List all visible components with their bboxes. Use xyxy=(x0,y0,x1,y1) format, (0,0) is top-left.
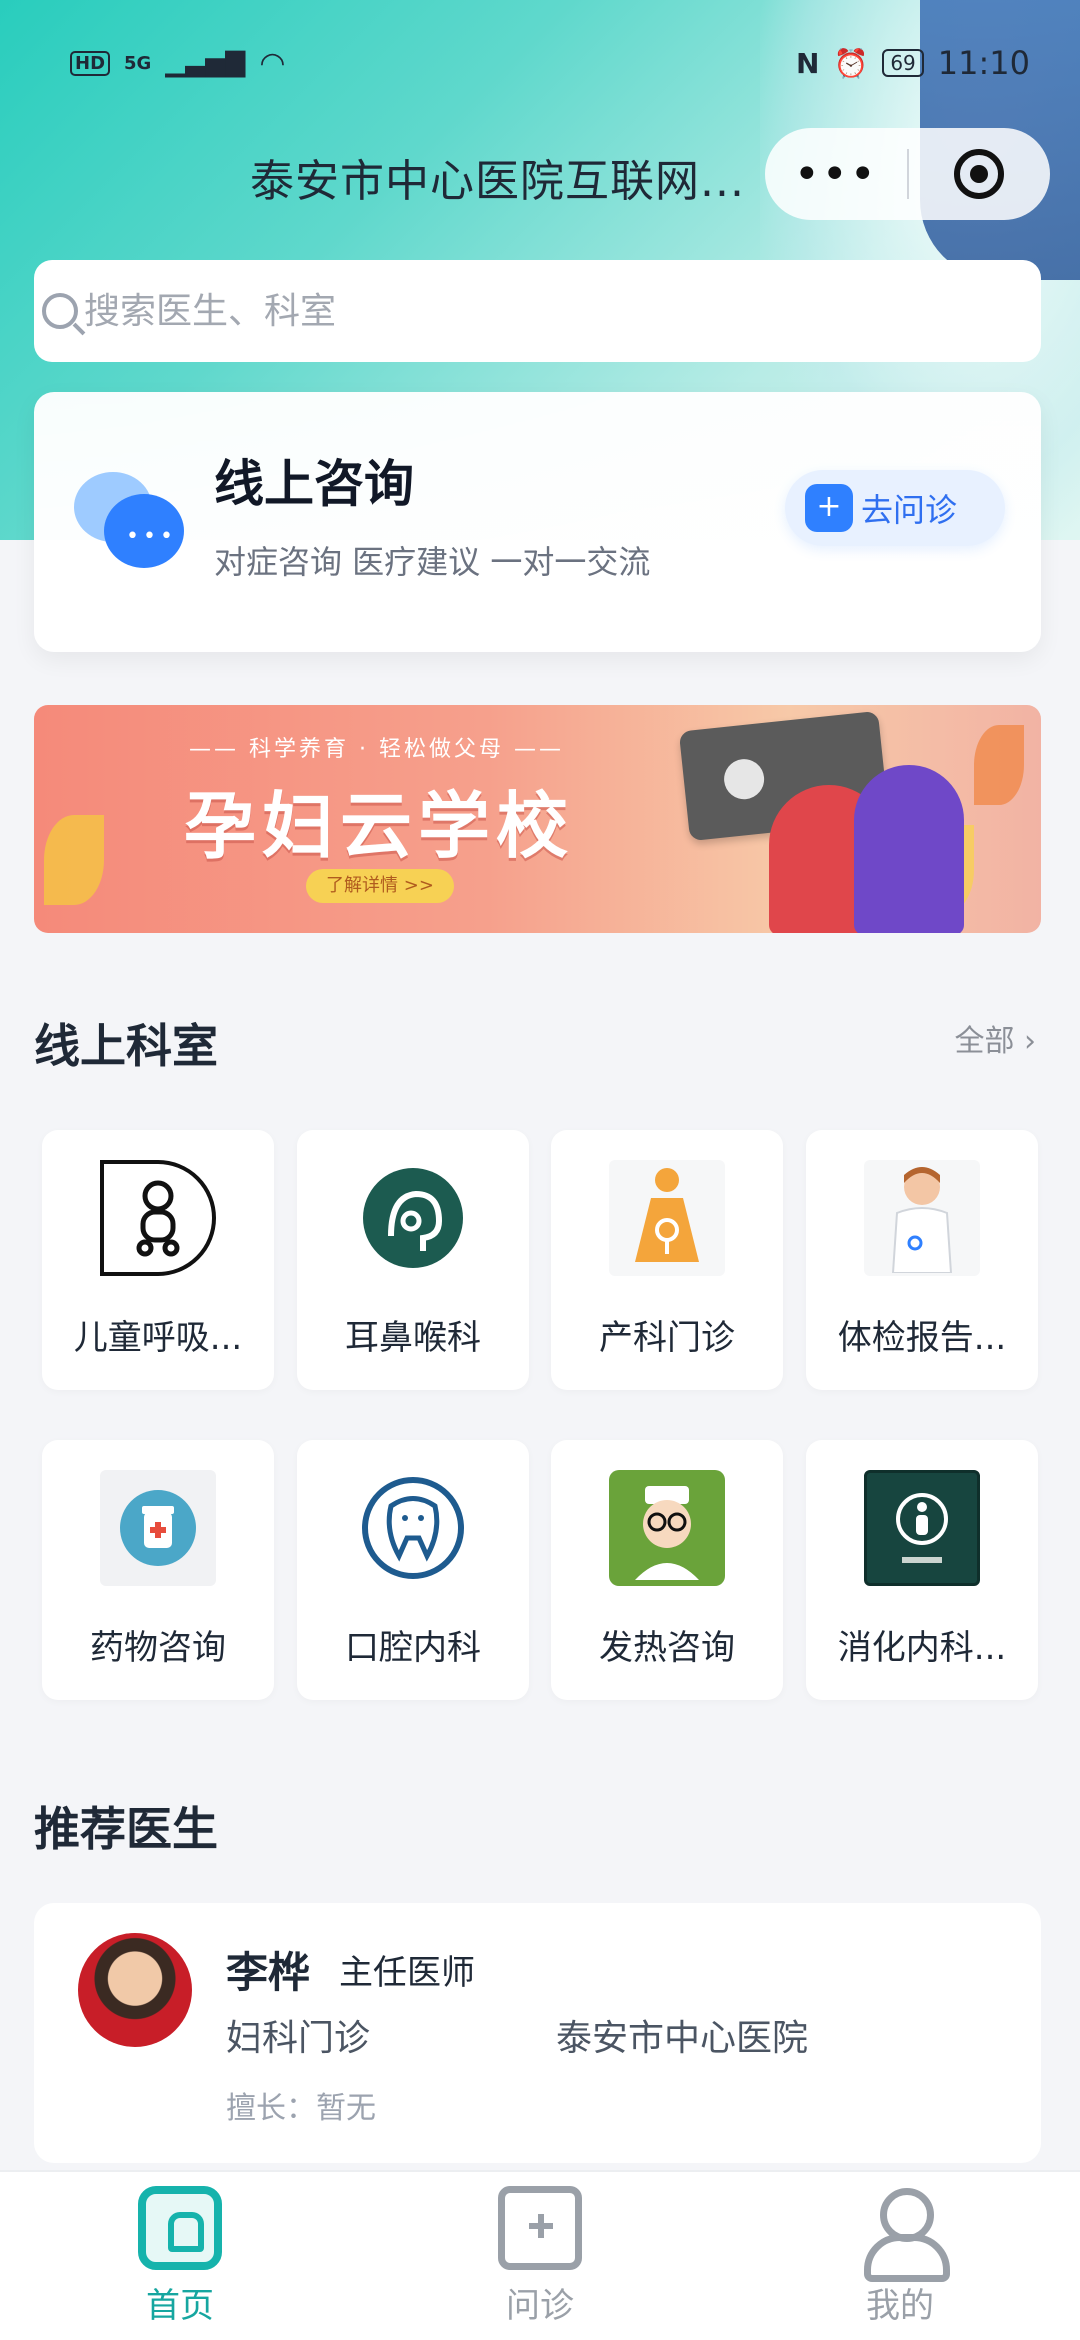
online-consult-card[interactable]: ••• 线上咨询 对症咨询 医疗建议 一对一交流 + 去问诊 xyxy=(34,392,1041,652)
dept-label: 药物咨询 xyxy=(90,1628,226,1668)
play-icon xyxy=(722,757,767,802)
dept-item-medicine-consult[interactable]: 药物咨询 xyxy=(42,1440,274,1700)
title-row: 泰安市中心医院互联网... ••• xyxy=(0,128,1080,220)
consult-plus-icon xyxy=(498,2186,582,2270)
ent-head-icon xyxy=(355,1160,471,1276)
banner-details-button[interactable]: 了解详情 >> xyxy=(306,869,454,903)
dept-label: 儿童呼吸... xyxy=(73,1318,243,1358)
consult-form-icon: + xyxy=(805,484,853,532)
target-icon xyxy=(954,149,1005,199)
banner-tagline: —— 科学养育 · 轻松做父母 —— xyxy=(189,737,564,762)
doctor-rank: 主任医师 xyxy=(339,1953,475,1993)
signal-icon: ▁▃▅▇ xyxy=(165,48,246,78)
baby-icon xyxy=(100,1160,216,1276)
leaf-decoration xyxy=(44,815,104,905)
doctor-department: 妇科门诊 xyxy=(226,2018,371,2059)
chat-bubble-icon: ••• xyxy=(74,472,184,572)
digestive-icon xyxy=(864,1470,980,1586)
tooth-icon xyxy=(355,1470,471,1586)
home-icon xyxy=(138,2186,222,2270)
doctor-cartoon-icon xyxy=(609,1470,725,1586)
profile-icon xyxy=(858,2186,950,2282)
status-bar: HD 5G ▁▃▅▇ ◠ N ⏰ 69 11:10 xyxy=(70,38,1030,88)
alarm-icon: ⏰ xyxy=(833,46,869,80)
dept-label: 发热咨询 xyxy=(599,1628,735,1668)
recommended-doctors-title: 推荐医生 xyxy=(34,1802,218,1856)
dept-label: 体检报告... xyxy=(837,1318,1007,1358)
tab-profile[interactable]: 我的 xyxy=(790,2186,1010,2336)
bottom-tab-bar: 首页 问诊 我的 xyxy=(0,2170,1080,2340)
dept-item-fever-consult[interactable]: 发热咨询 xyxy=(551,1440,783,1700)
page-title: 泰安市中心医院互联网... xyxy=(250,156,745,207)
search-bar[interactable] xyxy=(34,260,1041,362)
status-left: HD 5G ▁▃▅▇ ◠ xyxy=(70,46,286,81)
tab-home[interactable]: 首页 xyxy=(70,2186,290,2336)
tab-consult[interactable]: 问诊 xyxy=(430,2186,650,2336)
battery-indicator: 69 xyxy=(882,49,924,77)
dept-item-children-respiratory[interactable]: 儿童呼吸... xyxy=(42,1130,274,1390)
dept-item-checkup-report[interactable]: 体检报告... xyxy=(806,1130,1038,1390)
hd-badge: HD xyxy=(70,50,111,76)
father-illustration xyxy=(854,765,964,933)
dept-label: 产科门诊 xyxy=(599,1318,735,1358)
pregnancy-school-banner[interactable]: —— 科学养育 · 轻松做父母 —— 孕妇云学校 了解详情 >> xyxy=(34,705,1041,933)
dept-label: 耳鼻喉科 xyxy=(345,1318,481,1358)
close-button[interactable] xyxy=(909,149,1051,199)
dept-item-obstetrics[interactable]: 产科门诊 xyxy=(551,1130,783,1390)
mini-program-capsule: ••• xyxy=(765,128,1050,220)
see-all-link[interactable]: 全部 › xyxy=(954,1016,1036,1060)
tab-consult-label: 问诊 xyxy=(506,2286,574,2326)
status-right: N ⏰ 69 11:10 xyxy=(796,44,1030,82)
clock: 11:10 xyxy=(937,44,1030,82)
go-consult-button[interactable]: + 去问诊 xyxy=(785,470,1005,546)
search-icon xyxy=(42,293,78,329)
pregnant-woman-icon xyxy=(609,1160,725,1276)
consult-subtitle: 对症咨询 医疗建议 一对一交流 xyxy=(214,543,651,581)
leaf-decoration xyxy=(974,725,1024,805)
dept-item-gastroenterology[interactable]: 消化内科... xyxy=(806,1440,1038,1700)
doctor-card[interactable]: 李桦 主任医师 妇科门诊 泰安市中心医院 擅长：暂无 xyxy=(34,1903,1041,2163)
banner-title: 孕妇云学校 xyxy=(184,784,575,868)
doctor-name: 李桦 xyxy=(226,1948,311,1997)
departments-title: 线上科室 xyxy=(34,1019,218,1073)
consult-title: 线上咨询 xyxy=(214,455,414,513)
search-input[interactable] xyxy=(84,290,984,332)
nurse-icon xyxy=(864,1160,980,1276)
go-consult-label: 去问诊 xyxy=(861,491,958,529)
dept-item-ent[interactable]: 耳鼻喉科 xyxy=(297,1130,529,1390)
medicine-bottle-icon xyxy=(100,1470,216,1586)
avatar xyxy=(78,1933,192,2047)
more-button[interactable]: ••• xyxy=(765,149,907,200)
network-label: 5G xyxy=(124,52,152,74)
nfc-icon: N xyxy=(796,46,820,80)
dept-item-oral-medicine[interactable]: 口腔内科 xyxy=(297,1440,529,1700)
dept-label: 消化内科... xyxy=(837,1628,1007,1668)
dept-label: 口腔内科 xyxy=(345,1628,481,1668)
tab-home-label: 首页 xyxy=(146,2286,214,2326)
doctor-specialty: 擅长：暂无 xyxy=(226,2091,376,2126)
wifi-icon: ◠ xyxy=(259,45,286,81)
tab-profile-label: 我的 xyxy=(866,2286,934,2326)
doctor-hospital: 泰安市中心医院 xyxy=(556,2018,809,2059)
